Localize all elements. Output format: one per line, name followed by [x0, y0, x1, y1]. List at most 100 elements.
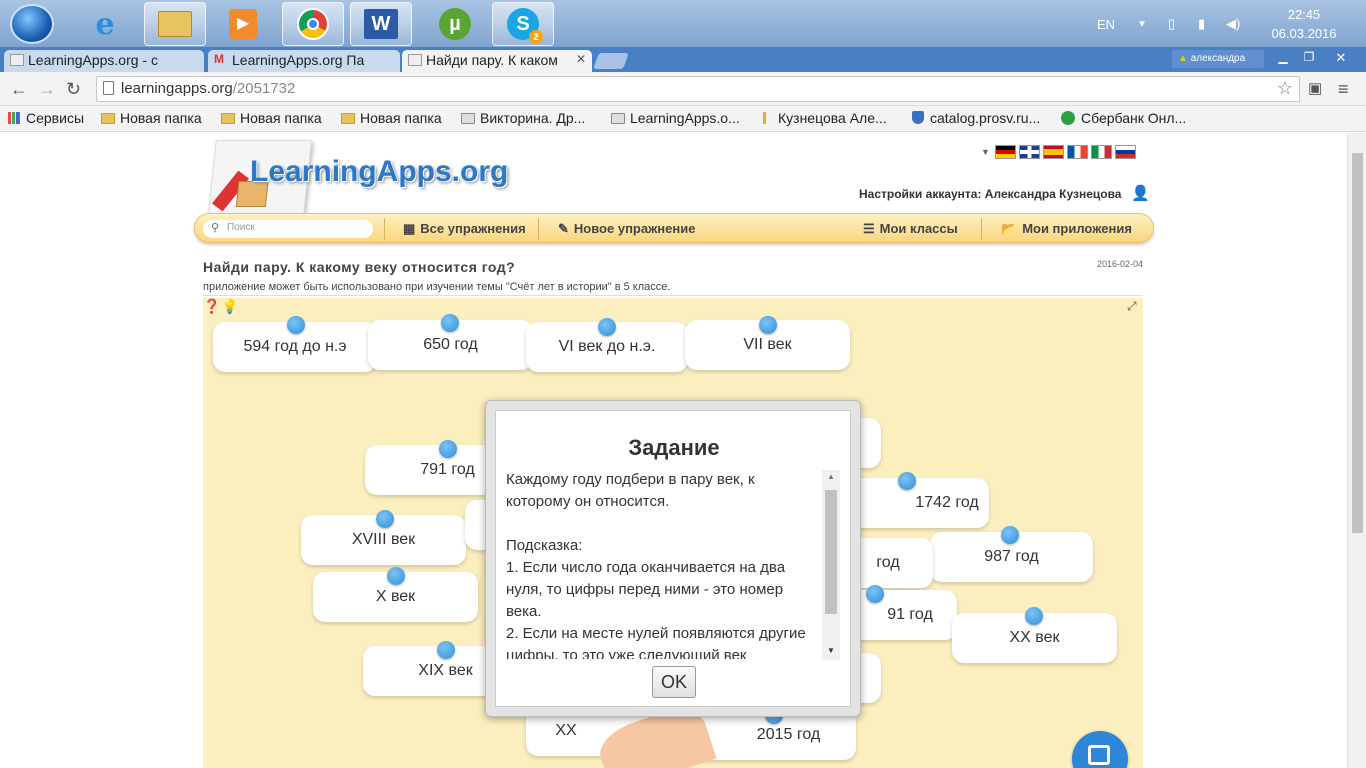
page-icon — [408, 54, 422, 66]
extension-icon[interactable]: ▣ — [1308, 79, 1322, 97]
chrome-icon[interactable] — [282, 2, 344, 46]
card-handle[interactable] — [441, 314, 459, 332]
reload-icon[interactable]: ↻ — [66, 79, 81, 100]
language-dropdown-icon[interactable]: ▼ — [981, 147, 990, 157]
back-icon[interactable]: ← — [10, 79, 28, 100]
check-icon — [1088, 745, 1110, 765]
url-field[interactable]: learningapps.org/2051732 ☆ — [96, 76, 1300, 102]
bookmark-kuznetsova[interactable]: Кузнецова Але... — [763, 110, 887, 126]
bookmark-folder-2[interactable]: Новая папка — [221, 110, 322, 126]
scroll-down-icon[interactable]: ▼ — [827, 646, 835, 655]
flag-de-icon[interactable] — [995, 145, 1016, 159]
help-icon[interactable]: ❓ — [203, 298, 220, 315]
card-handle[interactable] — [898, 472, 916, 490]
url-host: learningapps.org — [121, 80, 233, 97]
browser-tab-strip: LearningApps.org - с M LearningApps.org П… — [0, 48, 1366, 72]
page-scrollbar[interactable] — [1347, 133, 1366, 768]
scroll-thumb[interactable] — [1352, 153, 1363, 533]
dialog-scroll-thumb[interactable] — [825, 490, 837, 614]
ok-button[interactable]: OK — [652, 666, 696, 698]
flag-gb-icon[interactable] — [1019, 145, 1040, 159]
close-window-button[interactable]: ✕ — [1322, 48, 1360, 68]
minimize-button[interactable]: ▁ — [1270, 50, 1296, 68]
bookmark-quiz[interactable]: Викторина. Др... — [461, 110, 585, 126]
card-label: 91 год — [887, 606, 933, 623]
media-player-icon[interactable]: ▶ — [212, 2, 274, 46]
search-input[interactable]: ⚲ Поиск — [203, 220, 373, 238]
card-label: VII век — [743, 336, 792, 353]
menu-my-classes[interactable]: ☰ Мои классы — [863, 221, 958, 237]
flag-ru-icon[interactable] — [1115, 145, 1136, 159]
url-path: /2051732 — [232, 80, 296, 97]
bookmark-sberbank[interactable]: Сбербанк Онл... — [1061, 110, 1186, 126]
start-button[interactable] — [10, 4, 54, 44]
page-icon — [461, 113, 475, 124]
dialog-scrollbar[interactable]: ▲ ▼ — [822, 470, 840, 660]
page-date: 2016-02-04 — [1097, 259, 1144, 269]
file-explorer-icon[interactable] — [144, 2, 206, 46]
folder-icon — [101, 113, 115, 124]
card-handle[interactable] — [598, 318, 616, 336]
tab-active[interactable]: Найди пару. К каком ✕ — [402, 50, 592, 72]
bookmark-folder-1[interactable]: Новая папка — [101, 110, 202, 126]
search-icon: ⚲ — [211, 222, 220, 234]
card-handle[interactable] — [376, 510, 394, 528]
site-logo[interactable]: LearningApps.org — [250, 155, 508, 189]
card-handle[interactable] — [387, 567, 405, 585]
menu-label: Все упражнения — [420, 221, 526, 236]
bookmark-services[interactable]: Сервисы — [8, 110, 84, 126]
flag-it-icon[interactable] — [1091, 145, 1112, 159]
pencil-icon: ✎ — [558, 221, 569, 236]
bookmark-catalog[interactable]: catalog.prosv.ru... — [912, 110, 1040, 126]
account-settings-link[interactable]: Настройки аккаунта: Александра Кузнецова — [859, 187, 1121, 201]
bookmark-label: Викторина. Др... — [480, 110, 586, 126]
card-handle[interactable] — [437, 641, 455, 659]
word-icon[interactable]: W — [350, 2, 412, 46]
utorrent-icon[interactable]: µ — [424, 2, 486, 46]
card-handle[interactable] — [287, 316, 305, 334]
bookmark-label: Новая папка — [360, 110, 442, 126]
maximize-button[interactable]: ❐ — [1296, 50, 1322, 68]
grid-icon: ▦ — [403, 221, 416, 236]
card-handle[interactable] — [759, 316, 777, 334]
tab-learningapps-2[interactable]: M LearningApps.org Па — [208, 50, 400, 72]
menu-all-exercises[interactable]: ▦ Все упражнения — [403, 221, 526, 237]
user-icon[interactable]: 👤 — [1131, 184, 1150, 202]
tray-device-icon[interactable]: ▯ — [1168, 0, 1175, 48]
hint-bulb-icon[interactable]: 💡 — [221, 298, 238, 315]
tab-label: Найди пару. К каком — [426, 52, 558, 68]
tab-learningapps-1[interactable]: LearningApps.org - с — [4, 50, 204, 72]
bookmark-star-icon[interactable]: ☆ — [1277, 78, 1293, 99]
flag-es-icon[interactable] — [1043, 145, 1064, 159]
card-handle[interactable] — [866, 585, 884, 603]
bookmark-folder-3[interactable]: Новая папка — [341, 110, 442, 126]
menu-my-apps[interactable]: 📂 Мои приложения — [1001, 221, 1132, 237]
tray-expand-icon[interactable]: ▼ — [1137, 0, 1147, 48]
menu-icon[interactable]: ≡ — [1338, 79, 1349, 100]
clock[interactable]: 22:45 06.03.2016 — [1268, 5, 1340, 43]
card-label: XVIII век — [351, 531, 416, 548]
bookmark-learningapps[interactable]: LearningApps.o... — [611, 110, 740, 126]
user-badge[interactable]: ▲ александра — [1172, 50, 1264, 68]
new-tab-button[interactable] — [593, 53, 629, 69]
bookmarks-bar: Сервисы Новая папка Новая папка Новая па… — [0, 106, 1366, 132]
card-handle[interactable] — [1001, 526, 1019, 544]
forward-icon[interactable]: → — [38, 79, 56, 100]
card-handle[interactable] — [439, 440, 457, 458]
flag-fr-icon[interactable] — [1067, 145, 1088, 159]
network-icon[interactable]: ▮ — [1198, 0, 1205, 48]
card-label: XX — [555, 722, 577, 739]
internet-explorer-icon[interactable]: e — [74, 2, 136, 46]
fullscreen-icon[interactable]: ⤢ — [1127, 299, 1137, 314]
bookmark-label: Новая папка — [240, 110, 322, 126]
scroll-up-icon[interactable]: ▲ — [827, 472, 835, 481]
card-handle[interactable] — [1025, 607, 1043, 625]
clock-date: 06.03.2016 — [1271, 26, 1337, 41]
menu-new-exercise[interactable]: ✎ Новое упражнение — [558, 221, 695, 237]
skype-icon[interactable]: S2 — [492, 2, 554, 46]
volume-icon[interactable]: ◀) — [1226, 0, 1240, 48]
divider — [203, 295, 1143, 296]
language-indicator[interactable]: EN — [1097, 0, 1115, 48]
folder-icon — [221, 113, 235, 124]
close-tab-icon[interactable]: ✕ — [576, 52, 586, 66]
